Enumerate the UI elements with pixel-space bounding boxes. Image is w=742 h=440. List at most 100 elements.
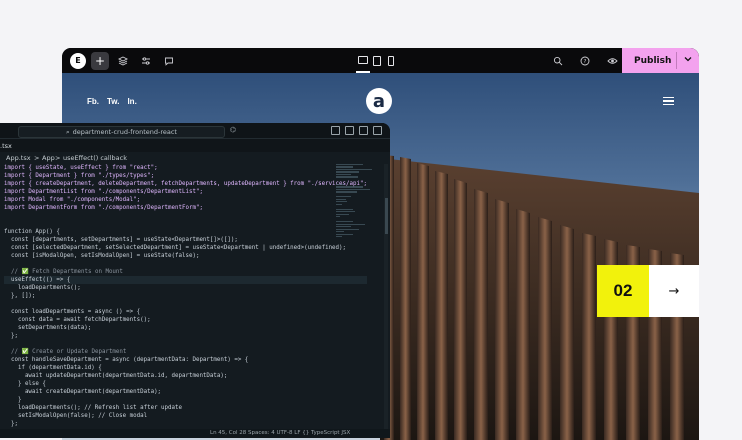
code-line: if (departmentData.id) { [4,365,102,371]
code-line: }; [4,421,18,427]
code-line: function App() { [4,229,60,235]
code-editor-titlebar: ⌕ department-crud-frontend-react ⌬ [0,123,390,139]
minimap[interactable] [336,164,374,238]
preview-eye-icon[interactable] [603,52,621,70]
code-line: await updateDepartment(departmentData.id… [4,373,228,379]
desktop-icon [358,55,368,64]
toggle-sidebar-icon[interactable] [331,126,340,135]
code-editor-window: ⌕ department-crud-frontend-react ⌬ .tsx … [0,123,390,438]
minimap-line [336,164,363,166]
social-links: Fb. Tw. In. [87,97,137,106]
minimap-line [336,188,371,191]
social-link-twitter[interactable]: Tw. [107,97,119,106]
minimap-line [336,208,354,210]
code-line: useEffect(() => { [4,276,367,284]
code-line: import DepartmentForm from "./components… [4,205,203,211]
code-line: import { createDepartment, deleteDepartm… [4,181,367,187]
code-line: setDepartments(data); [4,325,92,331]
code-line: loadDepartments(); [4,285,81,291]
code-line: const [departments, setDepartments] = us… [4,237,238,243]
editor-scroll-thumb[interactable] [385,198,388,234]
topbar-right-tools: ? [544,48,621,73]
command-search-text: department-crud-frontend-react [72,128,177,136]
breadcrumb: App.tsx > App > useEffect() callback [0,152,390,163]
breadcrumb-app[interactable]: App [42,154,55,162]
publish-divider [676,52,677,69]
breadcrumb-file[interactable]: App.tsx [6,154,31,162]
minimap-line [336,236,342,238]
minimap-line [336,221,354,223]
add-element-button[interactable]: + [91,51,109,70]
code-line: import { useState, useEffect } from "rea… [4,165,158,171]
toggle-panel-icon[interactable] [345,126,354,135]
breadcrumb-callback[interactable]: useEffect() callback [63,154,127,162]
chevron-down-icon[interactable] [683,54,693,64]
minimap-line [336,203,342,205]
layers-icon[interactable] [114,52,132,70]
minimap-line [336,183,344,186]
customize-layout-icon[interactable] [373,126,382,135]
status-bar: Ln 45, Col 28 Spaces: 4 UTF-8 LF {} Type… [0,429,390,438]
code-line: await createDepartment(departmentData); [4,389,162,395]
mobile-icon [388,55,394,66]
mobile-view-button[interactable] [384,48,398,73]
command-search-input[interactable]: ⌕ department-crud-frontend-react [18,126,225,138]
next-slide-arrow-icon[interactable]: → [649,265,699,317]
minimap-line [336,166,354,168]
code-line: loadDepartments(); // Refresh list after… [4,405,182,411]
minimap-line [336,211,355,213]
minimap-line [336,171,359,173]
code-line: } [4,397,22,403]
toggle-secondary-sidebar-icon[interactable] [359,126,368,135]
minimap-line [336,223,365,225]
social-link-instagram[interactable]: In. [127,97,136,106]
comments-icon[interactable] [160,52,178,70]
code-line: // ✅ Fetch Departments on Mount [4,269,123,275]
tab-app-tsx[interactable]: .tsx [0,142,12,150]
code-text-area[interactable]: import { useState, useEffect } from "rea… [4,164,367,438]
menu-hamburger-icon[interactable] [663,97,674,106]
minimap-line [336,198,346,200]
site-logo[interactable]: a [366,88,392,114]
status-text: Ln 45, Col 28 Spaces: 4 UTF-8 LF {} Type… [210,430,351,436]
desktop-view-button[interactable] [356,48,370,73]
minimap-line [336,186,363,188]
code-line: const data = await fetchDepartments(); [4,317,151,323]
code-line: }; [4,333,18,339]
help-icon[interactable]: ? [576,52,594,70]
search-icon[interactable] [549,52,567,70]
site-settings-icon[interactable] [137,52,155,70]
code-line: }, []); [4,293,36,299]
code-line: const [isModalOpen, setIsModalOpen] = us… [4,253,200,259]
social-link-facebook[interactable]: Fb. [87,97,99,106]
copilot-icon[interactable]: ⌬ [230,126,240,134]
minimap-line [336,216,340,218]
minimap-line [336,173,352,176]
svg-text:?: ? [584,59,587,65]
code-line: import { Department } from "./types/type… [4,173,155,179]
minimap-line [336,213,350,215]
minimap-line [336,233,354,235]
editor-tabs: .tsx [0,139,390,152]
minimap-line [336,191,357,193]
code-line: const loadDepartments = async () => { [4,309,141,315]
code-line: // ✅ Create or Update Department [4,349,127,355]
publish-button[interactable]: Publish [622,48,699,73]
minimap-line [336,228,359,230]
code-line: setIsModalOpen(false); // Close modal [4,413,148,419]
code-line: const handleSaveDepartment = async (depa… [4,357,249,363]
code-line: const [selectedDepartment, setSelectedDe… [4,245,347,251]
code-line: import DepartmentList from "./components… [4,189,203,195]
minimap-line [336,176,359,178]
breadcrumb-sep: > [34,154,40,162]
tablet-view-button[interactable] [370,48,384,73]
layout-controls [331,126,382,135]
slide-number: 02 [597,265,649,317]
search-icon: ⌕ [66,127,70,136]
minimap-line [336,226,352,228]
elementor-logo-icon[interactable]: E [70,52,86,69]
